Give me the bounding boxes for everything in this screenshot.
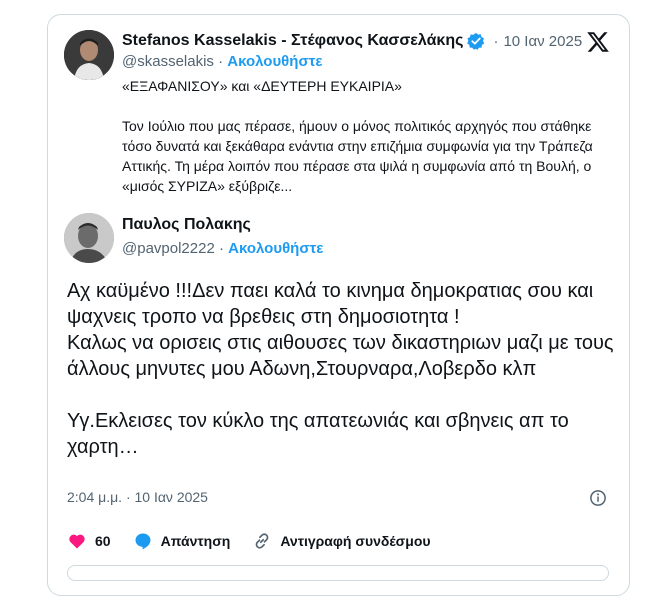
link-icon bbox=[255, 533, 269, 549]
reply-button[interactable]: Απάντηση bbox=[133, 531, 231, 551]
reply-tweet-body: Αχ καϋμένο !!!Δεν παει καλά το κινημα δη… bbox=[67, 280, 614, 458]
read-replies-button[interactable] bbox=[67, 565, 609, 581]
info-icon[interactable] bbox=[589, 489, 607, 507]
copy-link-label: Αντιγραφή συνδέσμου bbox=[280, 533, 431, 549]
action-bar: 60 Απάντηση Αντιγραφή συνδέσμου bbox=[67, 530, 453, 552]
parent-author-avatar[interactable] bbox=[64, 30, 114, 80]
heart-icon bbox=[69, 534, 85, 549]
parent-handle-line: @skasselakis · Ακολουθήστε bbox=[122, 53, 323, 70]
parent-tweet-title: «ΕΞΑΦΑΝΙΣΟΥ» και «ΔΕΥΤΕΡΗ ΕΥΚΑΙΡΙΑ» bbox=[122, 78, 402, 94]
reply-follow-button[interactable]: Ακολουθήστε bbox=[228, 240, 323, 257]
copy-link-button[interactable]: Αντιγραφή συνδέσμου bbox=[252, 531, 431, 551]
separator-dot: · bbox=[218, 240, 224, 257]
parent-tweet-text: «ΕΞΑΦΑΝΙΣΟΥ» και «ΔΕΥΤΕΡΗ ΕΥΚΑΙΡΙΑ» Τον … bbox=[122, 76, 617, 196]
parent-date[interactable]: 10 Ιαν 2025 bbox=[503, 33, 582, 50]
reply-author-avatar[interactable] bbox=[64, 213, 114, 263]
verified-badge-icon bbox=[467, 32, 485, 50]
separator-dot: · bbox=[218, 53, 224, 70]
reply-author-name[interactable]: Παυλος Πολακης bbox=[122, 216, 251, 234]
like-count: 60 bbox=[95, 533, 111, 549]
reply-timestamp[interactable]: 2:04 μ.μ. · 10 Ιαν 2025 bbox=[67, 489, 208, 505]
parent-follow-button[interactable]: Ακολουθήστε bbox=[227, 53, 322, 70]
parent-tweet-body: Τον Ιούλιο που μας πέρασε, ήμουν ο μόνος… bbox=[122, 118, 593, 194]
reply-bubble-icon bbox=[135, 533, 151, 550]
x-logo-icon[interactable] bbox=[586, 30, 610, 54]
reply-label: Απάντηση bbox=[160, 533, 231, 549]
like-button[interactable]: 60 bbox=[67, 531, 111, 551]
parent-header: Stefanos Kasselakis - Στέφανος Κασσελάκη… bbox=[122, 31, 582, 51]
separator-dot: · bbox=[493, 32, 499, 50]
reply-handle-line: @pavpol2222 · Ακολουθήστε bbox=[122, 240, 323, 257]
parent-handle[interactable]: @skasselakis bbox=[122, 53, 214, 70]
reply-handle[interactable]: @pavpol2222 bbox=[122, 240, 215, 257]
reply-tweet-text: Αχ καϋμένο !!!Δεν παει καλά το κινημα δη… bbox=[67, 278, 627, 460]
parent-author-name[interactable]: Stefanos Kasselakis - Στέφανος Κασσελάκη… bbox=[122, 32, 463, 50]
